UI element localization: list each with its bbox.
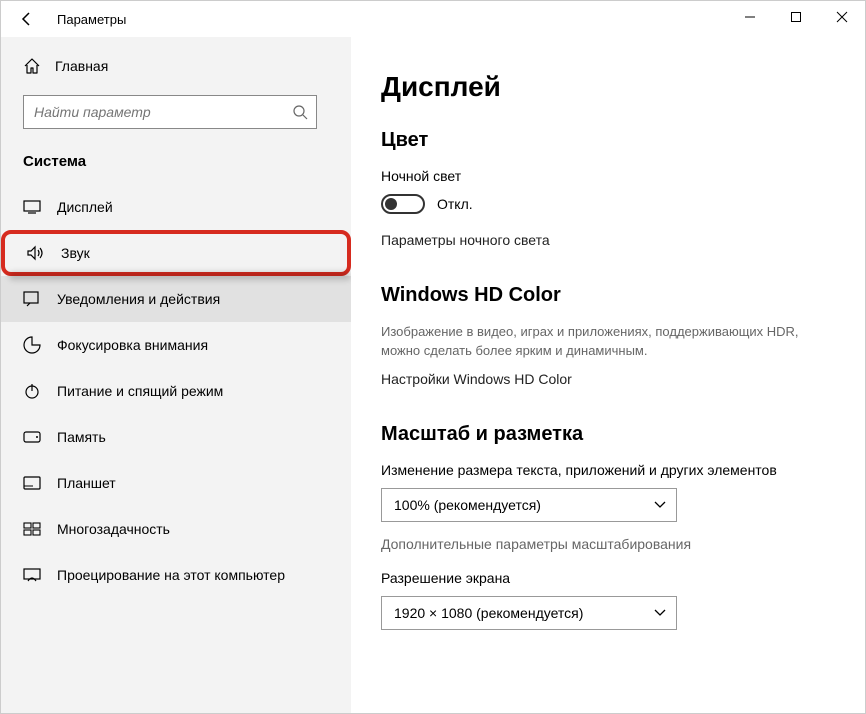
window-controls [727, 1, 865, 33]
sidebar-item-storage[interactable]: Память [1, 414, 351, 460]
storage-icon [23, 428, 41, 446]
nav-label: Питание и спящий режим [57, 383, 223, 399]
projecting-icon [23, 566, 41, 584]
focus-icon [23, 336, 41, 354]
chevron-down-icon [654, 609, 666, 617]
chevron-down-icon [654, 501, 666, 509]
hdcolor-link[interactable]: Настройки Windows HD Color [381, 371, 835, 387]
nav-label: Проецирование на этот компьютер [57, 567, 285, 583]
main-panel: Дисплей Цвет Ночной свет Откл. Параметры… [351, 37, 865, 713]
nav-label: Фокусировка внимания [57, 337, 208, 353]
home-icon [23, 57, 41, 75]
nav-label: Многозадачность [57, 521, 170, 537]
settings-window: Параметры Главная [0, 0, 866, 714]
sound-icon [27, 244, 45, 262]
display-icon [23, 198, 41, 216]
home-label: Главная [55, 58, 108, 74]
sidebar-item-focus[interactable]: Фокусировка внимания [1, 322, 351, 368]
color-heading: Цвет [381, 129, 835, 152]
close-button[interactable] [819, 1, 865, 33]
resolution-combobox[interactable]: 1920 × 1080 (рекомендуется) [381, 596, 677, 630]
sidebar-item-notifications[interactable]: Уведомления и действия [1, 276, 351, 322]
section-title: Система [1, 143, 351, 184]
advanced-scaling-link[interactable]: Дополнительные параметры масштабирования [381, 536, 835, 552]
nav-list: Дисплей Звук Уведомления и действия [1, 184, 351, 598]
scale-combobox[interactable]: 100% (рекомендуется) [381, 488, 677, 522]
scale-value: 100% (рекомендуется) [394, 497, 541, 513]
tablet-icon [23, 474, 41, 492]
maximize-button[interactable] [773, 1, 819, 33]
notifications-icon [23, 290, 41, 308]
search-box[interactable] [23, 95, 317, 129]
search-input[interactable] [34, 104, 292, 120]
night-light-toggle[interactable] [381, 194, 425, 214]
nav-label: Дисплей [57, 199, 113, 215]
titlebar: Параметры [1, 1, 865, 37]
night-light-label: Ночной свет [381, 168, 835, 184]
hdcolor-heading: Windows HD Color [381, 284, 835, 307]
sidebar-item-tablet[interactable]: Планшет [1, 460, 351, 506]
window-title: Параметры [57, 12, 126, 27]
nav-label: Планшет [57, 475, 116, 491]
nav-label: Память [57, 429, 106, 445]
sidebar-item-sound[interactable]: Звук [1, 230, 351, 276]
resolution-label: Разрешение экрана [381, 570, 835, 586]
scale-label: Изменение размера текста, приложений и д… [381, 462, 835, 478]
minimize-button[interactable] [727, 1, 773, 33]
scale-heading: Масштаб и разметка [381, 423, 835, 446]
hdcolor-desc: Изображение в видео, играх и приложениях… [381, 323, 801, 361]
sidebar-item-display[interactable]: Дисплей [1, 184, 351, 230]
back-button[interactable] [13, 5, 41, 33]
sidebar: Главная Система Дисплей [1, 37, 351, 713]
nav-label: Уведомления и действия [57, 291, 220, 307]
page-title: Дисплей [381, 71, 835, 103]
toggle-knob [385, 198, 397, 210]
toggle-state-label: Откл. [437, 196, 473, 212]
power-icon [23, 382, 41, 400]
sidebar-item-multitasking[interactable]: Многозадачность [1, 506, 351, 552]
nav-label: Звук [61, 245, 90, 261]
search-icon [292, 104, 308, 120]
sidebar-item-projecting[interactable]: Проецирование на этот компьютер [1, 552, 351, 598]
home-button[interactable]: Главная [1, 47, 351, 85]
multitasking-icon [23, 520, 41, 538]
night-light-settings-link[interactable]: Параметры ночного света [381, 232, 835, 248]
sidebar-item-power[interactable]: Питание и спящий режим [1, 368, 351, 414]
resolution-value: 1920 × 1080 (рекомендуется) [394, 605, 583, 621]
